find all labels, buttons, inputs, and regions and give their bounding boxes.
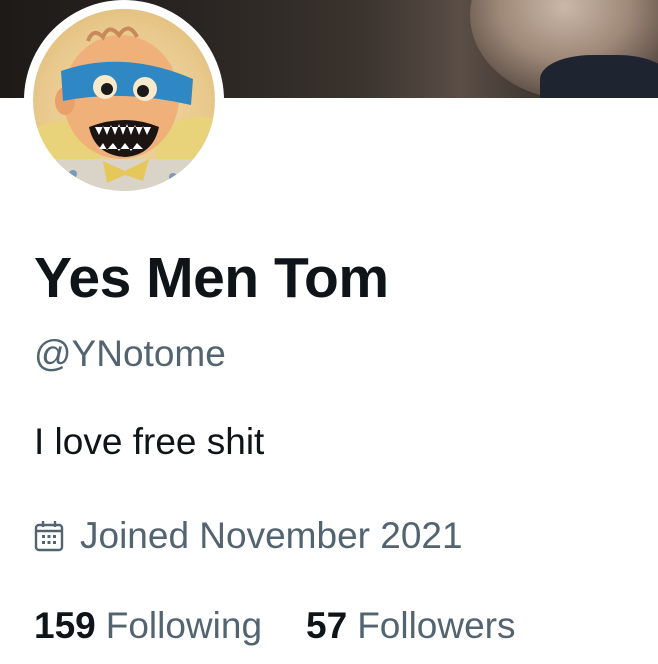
followers-label: Followers	[357, 605, 516, 646]
follow-stats: 159 Following 57 Followers	[34, 602, 516, 650]
banner-photo-suit	[540, 55, 658, 98]
profile-bio: I love free shit	[34, 421, 265, 462]
calendar-icon	[34, 521, 64, 552]
following-link[interactable]: 159 Following	[34, 605, 262, 647]
following-count: 159	[34, 605, 96, 646]
joined-date-text: Joined November 2021	[80, 515, 463, 556]
following-label: Following	[105, 605, 263, 646]
joined-date: Joined November 2021	[34, 512, 463, 560]
avatar[interactable]	[33, 9, 215, 191]
masked-baby-avatar-icon	[33, 26, 215, 191]
followers-count: 57	[306, 605, 348, 646]
followers-link[interactable]: 57 Followers	[306, 605, 515, 647]
avatar-border	[24, 0, 224, 200]
user-handle: @YNotome	[34, 333, 226, 374]
display-name: Yes Men Tom	[34, 246, 389, 310]
